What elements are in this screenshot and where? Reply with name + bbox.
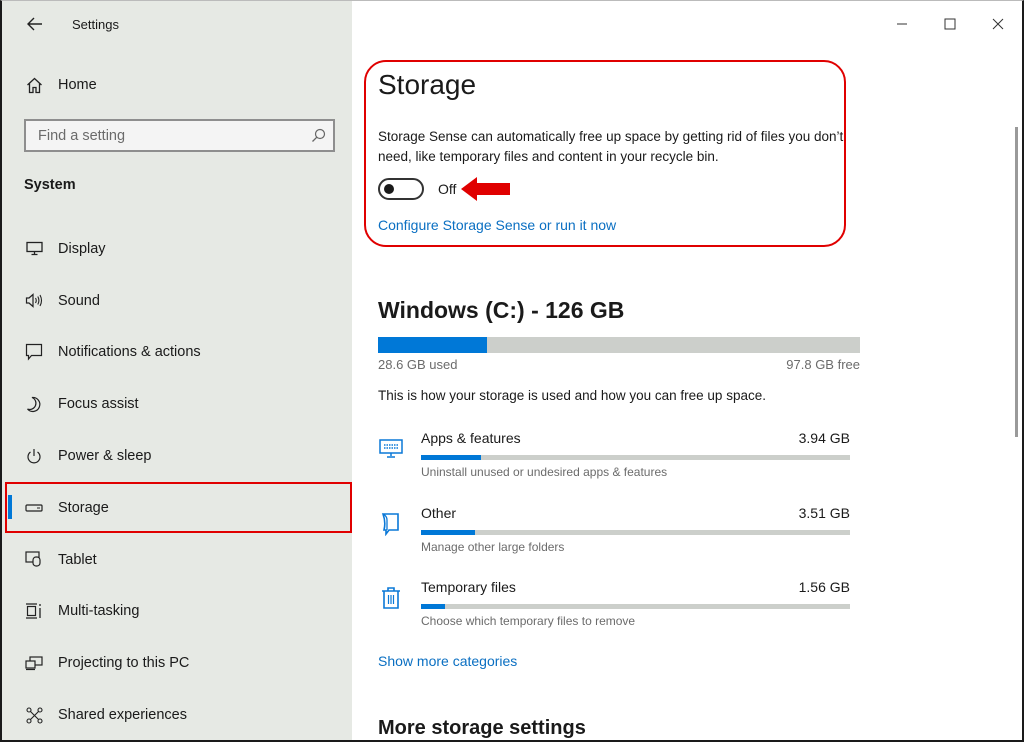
shared-experiences-icon [24, 707, 44, 724]
sidebar-item-notifications[interactable]: Notifications & actions [2, 327, 352, 379]
storage-sense-toggle-row: Off [378, 176, 512, 202]
home-icon [24, 77, 44, 94]
sidebar-item-label: Storage [58, 499, 109, 516]
multitasking-icon [24, 603, 44, 620]
tablet-icon [24, 551, 44, 568]
sidebar-item-projecting[interactable]: Projecting to this PC [2, 637, 352, 689]
drive-free-label: 97.8 GB free [786, 357, 860, 372]
category-size: 3.94 GB [798, 430, 850, 446]
search-box[interactable] [24, 119, 335, 152]
sidebar-item-label: Power & sleep [58, 448, 152, 465]
sidebar-item-label: Projecting to this PC [58, 655, 190, 672]
category-apps-features[interactable]: Apps & features 3.94 GB Uninstall unused… [378, 428, 850, 503]
back-arrow-icon [27, 17, 42, 31]
search-input[interactable] [38, 127, 303, 144]
storage-sense-toggle[interactable] [378, 178, 424, 200]
category-other[interactable]: Other 3.51 GB Manage other large folders [378, 503, 850, 578]
category-size: 3.51 GB [798, 504, 850, 521]
category-temporary-files[interactable]: Temporary files 1.56 GB Choose which tem… [378, 577, 850, 652]
configure-storage-sense-link[interactable]: Configure Storage Sense or run it now [378, 217, 616, 233]
sidebar-item-label: Display [58, 240, 106, 257]
search-icon[interactable] [303, 128, 333, 143]
sidebar-item-focus-assist[interactable]: Focus assist [2, 378, 352, 430]
category-subtitle: Manage other large folders [421, 539, 565, 554]
folder-other-icon [378, 511, 404, 537]
drive-title: Windows (C:) - 126 GB [378, 297, 625, 323]
scrollbar-thumb[interactable] [1015, 127, 1018, 437]
sidebar-item-label: Multi-tasking [58, 603, 140, 620]
sidebar-nav: Display Sound Notifications & actions Fo… [2, 223, 352, 740]
page-title: Storage [378, 69, 477, 100]
storage-drive-icon [24, 503, 44, 513]
drive-used-label: 28.6 GB used [378, 357, 458, 372]
category-name: Apps & features [421, 430, 521, 446]
sidebar-item-label: Tablet [58, 551, 97, 568]
storage-categories: Apps & features 3.94 GB Uninstall unused… [378, 428, 850, 652]
sidebar-item-label: Sound [58, 292, 100, 309]
category-usage-bar-fill [421, 529, 475, 535]
close-button[interactable] [974, 1, 1022, 47]
settings-window: Settings Home System Display [0, 0, 1024, 742]
display-icon [24, 241, 44, 256]
trash-icon [378, 585, 404, 611]
category-name: Other [421, 504, 457, 521]
drive-usage-bar [378, 337, 860, 353]
sidebar-item-display[interactable]: Display [2, 223, 352, 275]
main-content: Storage Storage Sense can automatically … [378, 1, 978, 740]
sidebar-item-label: Shared experiences [58, 707, 187, 724]
category-subtitle: Uninstall unused or undesired apps & fea… [421, 465, 668, 479]
sidebar-item-label: Notifications & actions [58, 344, 201, 361]
more-storage-settings-heading: More storage settings [378, 717, 586, 739]
usage-description: This is how your storage is used and how… [378, 388, 766, 403]
category-usage-bar [421, 604, 850, 609]
sidebar-item-home[interactable]: Home [2, 67, 352, 103]
sidebar-item-power-sleep[interactable]: Power & sleep [2, 430, 352, 482]
category-usage-bar-fill [421, 455, 482, 460]
show-more-categories-link[interactable]: Show more categories [378, 653, 517, 669]
sidebar-item-tablet[interactable]: Tablet [2, 534, 352, 586]
category-name: Temporary files [421, 579, 516, 595]
moon-icon [24, 396, 44, 413]
notifications-icon [24, 343, 44, 362]
sidebar-item-sound[interactable]: Sound [2, 275, 352, 327]
sidebar-item-shared-experiences[interactable]: Shared experiences [2, 689, 352, 740]
close-icon [992, 18, 1004, 30]
home-label: Home [58, 77, 97, 93]
sound-icon [24, 293, 44, 309]
apps-monitor-icon [378, 436, 404, 462]
category-usage-bar [421, 529, 850, 535]
app-title: Settings [72, 16, 119, 32]
sidebar: Settings Home System Display [2, 1, 352, 740]
drive-usage-bar-fill [378, 337, 488, 353]
storage-sense-description: Storage Sense can automatically free up … [378, 129, 844, 164]
category-usage-bar-fill [421, 604, 445, 609]
category-size: 1.56 GB [798, 579, 850, 595]
sidebar-item-storage[interactable]: Storage [2, 481, 352, 534]
category-subtitle: Choose which temporary files to remove [421, 614, 636, 628]
titlebar: Settings [2, 1, 352, 47]
toggle-state-label: Off [438, 181, 457, 197]
sidebar-item-label: Focus assist [58, 396, 139, 413]
section-label-system: System [24, 177, 76, 193]
projecting-icon [24, 656, 44, 671]
back-button[interactable] [12, 1, 58, 47]
red-arrow-annotation-icon [461, 177, 511, 201]
category-usage-bar [421, 455, 850, 460]
toggle-knob [384, 184, 394, 194]
sidebar-item-multitasking[interactable]: Multi-tasking [2, 586, 352, 638]
power-icon [24, 448, 44, 465]
